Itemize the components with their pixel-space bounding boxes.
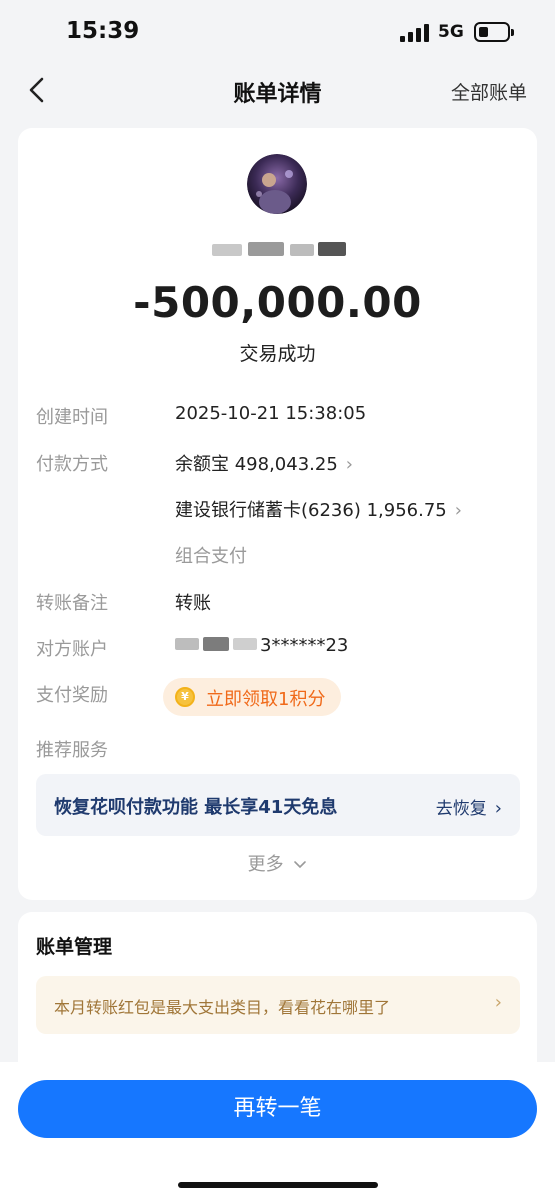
chevron-down-icon bbox=[294, 861, 307, 869]
recommended-service-label: 推荐服务 bbox=[36, 740, 108, 761]
bill-management-title: 账单管理 bbox=[36, 936, 113, 958]
chevron-right-icon: › bbox=[345, 454, 353, 475]
huabei-restore-card[interactable]: 恢复花呗付款功能 最长享41天免息 去恢复 › bbox=[36, 774, 520, 836]
signal-icon bbox=[400, 24, 430, 42]
nav-bar: 账单详情 全部账单 bbox=[0, 64, 555, 116]
chevron-right-icon: › bbox=[494, 798, 502, 819]
payment-bank-card-text: 建设银行储蓄卡(6236) 1,956.75 bbox=[175, 500, 447, 521]
payment-bank-card[interactable]: 建设银行储蓄卡(6236) 1,956.75 › bbox=[175, 496, 462, 522]
transfer-note-value: 转账 bbox=[175, 593, 211, 614]
all-bills-link[interactable]: 全部账单 bbox=[451, 78, 527, 105]
redacted-name-mask bbox=[175, 637, 257, 651]
bill-management-card: 账单管理 本月转账红包是最大支出类目，看看花在哪里了 › bbox=[18, 912, 537, 1072]
combined-payment-note: 组合支付 bbox=[175, 546, 247, 567]
counterparty-account-value: 3******23 bbox=[175, 635, 348, 656]
payment-method-label: 付款方式 bbox=[36, 454, 108, 475]
restore-button[interactable]: 去恢复 › bbox=[436, 794, 502, 819]
restore-button-label: 去恢复 bbox=[435, 799, 487, 819]
chevron-right-icon: › bbox=[454, 500, 462, 521]
payment-reward-label: 支付奖励 bbox=[36, 685, 108, 706]
huabei-restore-text: 恢复花呗付款功能 最长享41天免息 bbox=[54, 797, 338, 818]
counterparty-account-label: 对方账户 bbox=[36, 639, 108, 660]
transaction-status: 交易成功 bbox=[239, 343, 316, 365]
spending-insight-banner[interactable]: 本月转账红包是最大支出类目，看看花在哪里了 › bbox=[36, 976, 520, 1034]
transaction-amount: -500,000.00 bbox=[133, 278, 422, 327]
more-button[interactable]: 更多 bbox=[18, 850, 537, 876]
created-time-label: 创建时间 bbox=[36, 407, 108, 428]
status-bar: 15:39 5G bbox=[0, 0, 555, 64]
transfer-note-label: 转账备注 bbox=[36, 593, 108, 614]
more-label: 更多 bbox=[247, 854, 284, 875]
payment-yuebao[interactable]: 余额宝 498,043.25 › bbox=[175, 450, 353, 476]
spending-insight-text: 本月转账红包是最大支出类目，看看花在哪里了 bbox=[54, 998, 391, 1017]
coin-icon bbox=[175, 687, 195, 707]
battery-icon bbox=[474, 22, 514, 42]
status-time: 15:39 bbox=[66, 18, 140, 44]
bottom-action-bar: 再转一笔 bbox=[0, 1062, 555, 1200]
claim-points-button[interactable]: 立即领取1积分 bbox=[163, 678, 341, 716]
bill-detail-card: -500,000.00 交易成功 创建时间 2025-10-21 15:38:0… bbox=[18, 128, 537, 900]
created-time-value: 2025-10-21 15:38:05 bbox=[175, 403, 367, 424]
payee-name-redacted bbox=[208, 240, 348, 260]
chevron-right-icon: › bbox=[494, 992, 502, 1013]
transfer-again-button[interactable]: 再转一笔 bbox=[18, 1080, 537, 1138]
home-indicator bbox=[178, 1182, 378, 1188]
avatar bbox=[247, 154, 307, 214]
claim-points-label: 立即领取1积分 bbox=[206, 689, 326, 710]
network-label: 5G bbox=[438, 22, 464, 42]
account-masked-number: 3******23 bbox=[260, 635, 349, 656]
payment-yuebao-text: 余额宝 498,043.25 bbox=[175, 454, 338, 475]
